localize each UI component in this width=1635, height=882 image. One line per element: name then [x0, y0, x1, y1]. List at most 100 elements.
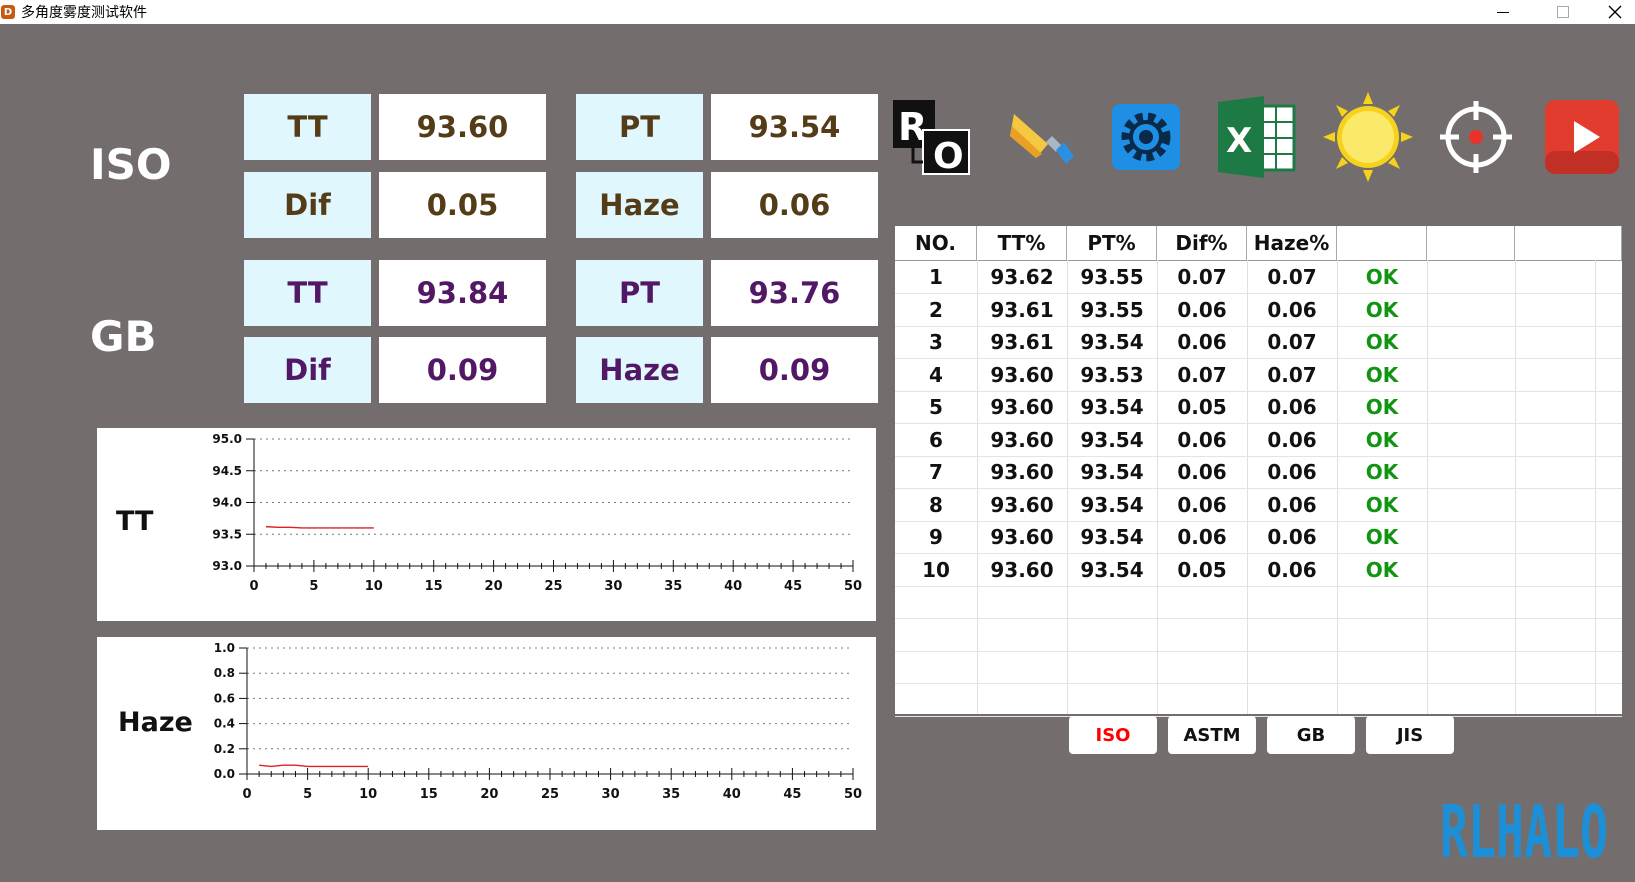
table-cell: 93.55 — [1080, 265, 1144, 289]
x-tick-label: 0 — [242, 787, 251, 802]
y-tick-label: 0.2 — [214, 742, 235, 756]
title-bar: D 多角度雾度测试软件 — [0, 0, 1635, 24]
table-cell: 5 — [929, 395, 943, 419]
close-button[interactable] — [1592, 0, 1635, 24]
iso-haze-value: 0.06 — [711, 172, 878, 238]
maximize-button[interactable] — [1540, 0, 1586, 24]
iso-dif-label: Dif — [244, 172, 371, 238]
iso-standard-button[interactable]: ISO — [1069, 716, 1157, 754]
x-tick-label: 10 — [365, 579, 383, 594]
gb-tt-label: TT — [244, 260, 371, 326]
table-row[interactable]: 6 93.60 93.54 0.06 0.06 OK — [895, 424, 1622, 457]
y-tick-label: 95.0 — [212, 432, 242, 446]
table-header: NO. TT% PT% Dif% Haze% — [895, 226, 1622, 261]
y-tick-label: 0.4 — [214, 717, 235, 731]
settings-button[interactable] — [1110, 96, 1182, 178]
gear-icon — [1112, 104, 1180, 170]
x-tick-label: 45 — [783, 787, 801, 802]
iso-tt-label: TT — [244, 94, 371, 160]
table-cell: 0.06 — [1177, 492, 1227, 517]
table-grid-line — [1515, 260, 1516, 714]
iso-haze-label: Haze — [576, 172, 703, 238]
clear-button[interactable] — [1006, 96, 1076, 178]
table-row[interactable]: 7 93.60 93.54 0.06 0.06 OK — [895, 456, 1622, 489]
minimize-button[interactable] — [1480, 0, 1526, 24]
x-tick-label: 15 — [420, 787, 438, 802]
table-row[interactable]: 10 93.60 93.54 0.05 0.06 OK — [895, 554, 1622, 587]
light-button[interactable] — [1323, 92, 1413, 182]
table-cell: 3 — [929, 330, 943, 354]
table-row[interactable]: 5 93.60 93.54 0.05 0.06 OK — [895, 391, 1622, 424]
table-row[interactable]: 2 93.61 93.55 0.06 0.06 OK — [895, 294, 1622, 327]
table-row[interactable]: 4 93.60 93.53 0.07 0.07 OK — [895, 359, 1622, 392]
gb-standard-button[interactable]: GB — [1267, 716, 1355, 754]
x-tick-label: 50 — [844, 787, 862, 802]
x-tick-label: 25 — [541, 787, 559, 802]
jis-standard-button[interactable]: JIS — [1366, 716, 1454, 754]
target-icon — [1440, 101, 1512, 173]
table-row[interactable] — [895, 619, 1622, 652]
table-header-cell[interactable]: PT% — [1067, 226, 1157, 260]
table-header-cell[interactable]: TT% — [977, 226, 1067, 260]
gb-group-label: GB — [90, 312, 157, 361]
table-cell: 0.07 — [1267, 362, 1317, 387]
calibrate-button[interactable] — [1438, 96, 1514, 178]
astm-standard-button[interactable]: ASTM — [1168, 716, 1256, 754]
table-grid-line — [1595, 260, 1596, 714]
brand-logo: RLHALO — [1440, 795, 1608, 865]
table-cell: 93.60 — [990, 427, 1054, 452]
start-test-button[interactable] — [1544, 96, 1620, 178]
gb-tt-value: 93.84 — [379, 260, 546, 326]
table-cell: 93.60 — [990, 557, 1054, 582]
table-header-cell[interactable]: Haze% — [1247, 226, 1337, 260]
table-cell: 0.06 — [1177, 525, 1227, 549]
results-table: NO. TT% PT% Dif% Haze% 1 93.62 93.55 0.07 0.07 OK… — [895, 226, 1622, 717]
table-grid-line — [977, 260, 978, 714]
table-cell: 93.61 — [990, 297, 1054, 322]
table-cell: 0.06 — [1177, 330, 1227, 354]
table-row[interactable] — [895, 684, 1622, 717]
table-cell: 93.60 — [990, 395, 1054, 419]
table-cell: OK — [1365, 557, 1399, 582]
table-cell: 93.54 — [1080, 557, 1144, 582]
x-tick-label: 30 — [602, 787, 620, 802]
table-header-cell[interactable] — [1515, 226, 1622, 260]
gb-dif-value: 0.09 — [379, 337, 546, 403]
table-cell: 93.60 — [990, 525, 1054, 549]
x-tick-label: 0 — [249, 579, 258, 594]
excel-export-button[interactable]: X — [1216, 96, 1298, 178]
x-tick-label: 35 — [664, 579, 682, 594]
haze-chart: 1.0 0.8 0.6 0.4 0.2 0.0 0 5 10 15 20 25 30 35 40 45 50 — [214, 641, 862, 802]
x-tick-label: 5 — [309, 579, 318, 594]
iso-pt-label: PT — [576, 94, 703, 160]
table-row[interactable]: 3 93.61 93.54 0.06 0.07 OK — [895, 326, 1622, 359]
table-cell: 1 — [929, 265, 943, 289]
ro-icon: R O — [893, 100, 970, 177]
table-row[interactable] — [895, 651, 1622, 684]
table-cell: 93.55 — [1080, 297, 1144, 322]
y-tick-label: 94.5 — [212, 464, 242, 478]
iso-group-label: ISO — [90, 140, 172, 189]
table-cell: 0.06 — [1267, 395, 1317, 419]
table-header-cell[interactable] — [1337, 226, 1427, 260]
table-cell: 0.06 — [1267, 460, 1317, 484]
table-cell: 0.06 — [1267, 427, 1317, 452]
table-row[interactable] — [895, 586, 1622, 619]
x-tick-label: 20 — [485, 579, 503, 594]
ro-button[interactable]: R O — [891, 96, 975, 178]
table-row[interactable]: 9 93.60 93.54 0.06 0.06 OK — [895, 521, 1622, 554]
table-cell: 0.07 — [1267, 330, 1317, 354]
play-icon — [1545, 100, 1619, 174]
table-header-cell[interactable]: Dif% — [1157, 226, 1247, 260]
minimize-icon — [1497, 11, 1509, 13]
table-cell: 93.61 — [990, 330, 1054, 354]
table-cell: 0.07 — [1177, 265, 1227, 289]
table-row[interactable]: 1 93.62 93.55 0.07 0.07 OK — [895, 261, 1622, 294]
table-cell: 0.07 — [1177, 362, 1227, 387]
table-row[interactable]: 8 93.60 93.54 0.06 0.06 OK — [895, 489, 1622, 522]
table-header-cell[interactable]: NO. — [895, 226, 977, 260]
table-cell: 0.06 — [1177, 297, 1227, 322]
svg-text:O: O — [933, 136, 964, 177]
iso-tt-value: 93.60 — [379, 94, 546, 160]
table-header-cell[interactable] — [1427, 226, 1515, 260]
